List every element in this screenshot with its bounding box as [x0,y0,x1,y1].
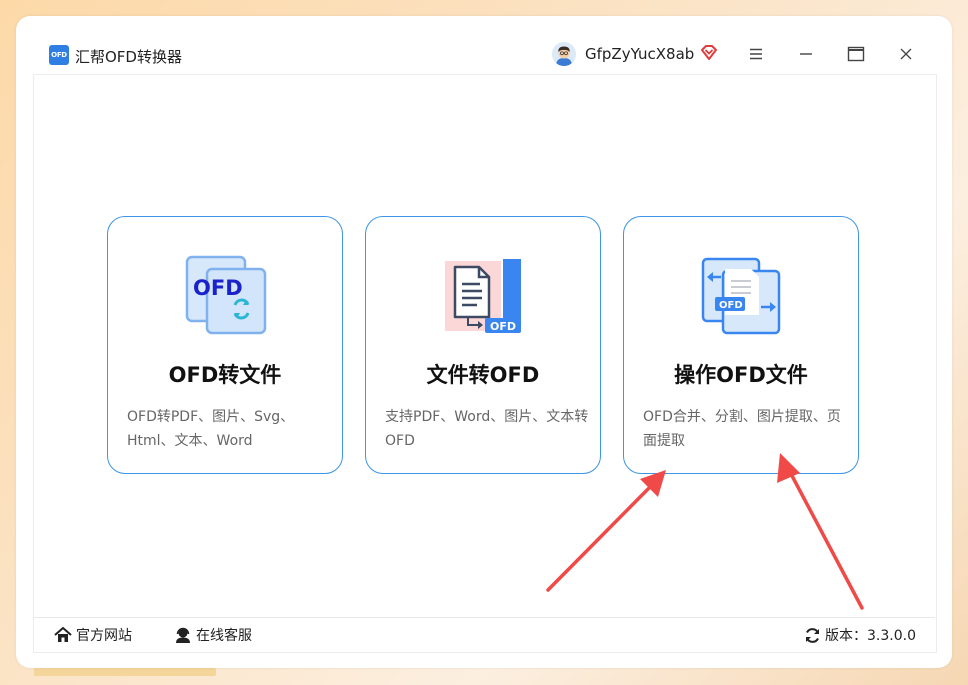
refresh-icon [806,627,819,643]
online-support-link[interactable]: 在线客服 [174,625,252,645]
svg-text:OFD: OFD [719,300,743,311]
card-operate-ofd[interactable]: OFD 操作OFD文件 OFD合并、分割、图片提取、页面提取 [623,216,859,474]
maximize-icon[interactable] [842,40,870,68]
version-label: 版本：3.3.0.0 [825,628,916,644]
ofd-convert-icon: OFD [185,255,267,337]
close-icon[interactable] [892,40,920,68]
card-description: 支持PDF、Word、图片、文本转OFD [385,409,589,449]
app-title: 汇帮OFD转换器 [75,48,182,66]
home-icon [54,627,72,642]
card-description: OFD转PDF、图片、Svg、Html、文本、Word [127,409,295,449]
card-description: OFD合并、分割、图片提取、页面提取 [643,409,841,449]
card-file-to-ofd[interactable]: OFD 文件转OFD 支持PDF、Word、图片、文本转OFD [365,216,601,474]
version-info[interactable]: 版本：3.3.0.0 [804,625,916,645]
background-strip [34,668,216,676]
customer-service-icon [176,627,190,643]
vip-diamond-icon[interactable] [699,43,719,63]
file-to-ofd-icon: OFD [443,255,525,337]
menu-icon[interactable] [742,40,770,68]
online-support-label: 在线客服 [196,628,252,644]
card-title: OFD转文件 [168,363,282,387]
svg-text:OFD: OFD [490,320,516,333]
card-ofd-to-file[interactable]: OFD OFD转文件 OFD转PDF、图片、Svg、Html、文本、Word [107,216,343,474]
card-title: 操作OFD文件 [674,363,808,387]
official-website-link[interactable]: 官方网站 [54,625,132,645]
username[interactable]: GfpZyYucX8ab [585,45,694,63]
minimize-icon[interactable] [792,40,820,68]
card-title: 文件转OFD [426,363,540,387]
official-website-label: 官方网站 [76,628,132,644]
app-logo-icon: OFD [49,45,69,65]
ofd-operations-icon: OFD [701,255,783,337]
footer-divider [33,617,935,618]
user-avatar[interactable] [552,42,576,66]
svg-text:OFD: OFD [193,276,243,300]
